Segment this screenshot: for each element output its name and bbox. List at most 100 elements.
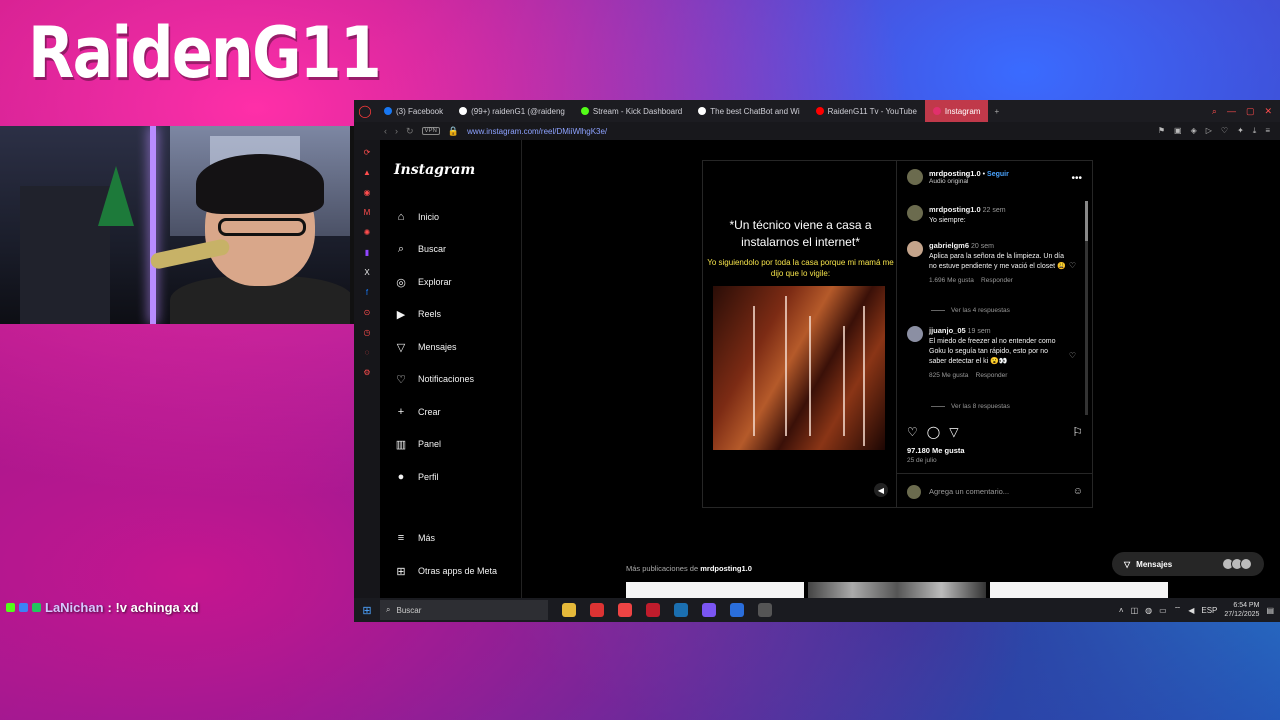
opera-icon[interactable] bbox=[646, 603, 660, 617]
view-replies-button[interactable]: Ver las 8 respuestas bbox=[931, 403, 1010, 410]
aria-icon[interactable]: ⟳ bbox=[364, 148, 371, 157]
mic-icon[interactable]: ◍ bbox=[1145, 606, 1152, 615]
workspace-icon[interactable]: ▲ bbox=[363, 168, 371, 177]
comment-user[interactable]: jjuanjo_05 bbox=[929, 326, 966, 335]
new-tab-button[interactable]: + bbox=[988, 107, 1005, 116]
app-icon[interactable] bbox=[590, 603, 604, 617]
commenter-avatar[interactable] bbox=[907, 241, 923, 257]
twitch-icon[interactable]: ▮ bbox=[365, 248, 369, 257]
tab-kick[interactable]: Stream - Kick Dashboard bbox=[573, 100, 690, 122]
wifi-icon[interactable]: ⌔ bbox=[1174, 605, 1182, 615]
post-likes[interactable]: 97.180 Me gusta bbox=[907, 446, 965, 455]
comments-scrollbar[interactable] bbox=[1085, 201, 1088, 415]
comment-like-icon[interactable]: ♡ bbox=[1069, 351, 1076, 360]
view-replies-button[interactable]: Ver las 4 respuestas bbox=[931, 307, 1010, 314]
caption-user[interactable]: mrdposting1.0 bbox=[929, 205, 981, 214]
file-explorer-icon[interactable] bbox=[562, 603, 576, 617]
messages-pill[interactable]: ▽ Mensajes bbox=[1112, 552, 1264, 576]
tab-chatbot[interactable]: The best ChatBot and Wi bbox=[690, 100, 807, 122]
follow-button[interactable]: Seguir bbox=[987, 171, 1009, 178]
nav-profile[interactable]: ● Perfil bbox=[394, 470, 439, 484]
nav-home[interactable]: ⌂ Inicio bbox=[394, 210, 439, 224]
clock-icon[interactable]: ◷ bbox=[364, 328, 371, 337]
author-name[interactable]: mrdposting1.0 bbox=[929, 169, 981, 178]
forward-icon[interactable]: › bbox=[395, 126, 398, 136]
tab-youtube[interactable]: RaidenG11 Tv - YouTube bbox=[808, 100, 925, 122]
nav-more[interactable]: ≡ Más bbox=[394, 531, 435, 545]
notifications-icon[interactable]: ▤ bbox=[1266, 606, 1274, 615]
reply-button[interactable]: Responder bbox=[981, 277, 1013, 284]
language-indicator[interactable]: ESP bbox=[1201, 606, 1217, 615]
history-icon[interactable]: ⊙ bbox=[364, 308, 371, 317]
nav-explore[interactable]: ◎ Explorar bbox=[394, 275, 451, 289]
search-tabs-icon[interactable]: ⌕ bbox=[1212, 106, 1217, 117]
reel-video[interactable]: *Un técnico viene a casa a instalarnos e… bbox=[702, 160, 897, 508]
chevron-up-icon[interactable]: ˄ bbox=[1119, 606, 1124, 615]
display-icon[interactable]: ▭ bbox=[1159, 606, 1167, 615]
vpn-badge[interactable]: VPN bbox=[421, 127, 440, 135]
shield-icon[interactable]: ◈ bbox=[1191, 126, 1197, 136]
nav-search[interactable]: ⌕ Buscar bbox=[394, 242, 446, 256]
clock[interactable]: 6:54 PM 27/12/2025 bbox=[1224, 601, 1259, 619]
volume-icon[interactable]: ◀ bbox=[1188, 606, 1194, 615]
save-icon[interactable]: ⚐ bbox=[1072, 425, 1083, 439]
art-streak bbox=[785, 296, 787, 436]
nav-notifications[interactable]: ♡ Notificaciones bbox=[394, 372, 474, 386]
maximize-icon[interactable]: ▢ bbox=[1246, 106, 1255, 117]
audio-label[interactable]: Audio original bbox=[929, 178, 1009, 185]
taskbar-search[interactable]: ⌕ Buscar bbox=[380, 600, 548, 620]
steam-icon[interactable] bbox=[674, 603, 688, 617]
minimize-icon[interactable]: — bbox=[1227, 106, 1236, 117]
close-icon[interactable]: ✕ bbox=[1264, 106, 1272, 117]
chat-bubble-icon[interactable]: ◌ bbox=[365, 348, 370, 357]
scrollbar-thumb[interactable] bbox=[1085, 201, 1088, 241]
more-options-icon[interactable]: ••• bbox=[1071, 173, 1082, 184]
nav-reels[interactable]: ▶ Reels bbox=[394, 307, 441, 321]
discord-icon[interactable] bbox=[702, 603, 716, 617]
comment-icon[interactable]: ◯ bbox=[927, 425, 940, 439]
share-icon[interactable]: ▽ bbox=[949, 425, 958, 439]
extension-icon[interactable]: ✦ bbox=[1237, 126, 1244, 136]
play-icon[interactable]: ▷ bbox=[1206, 126, 1212, 136]
like-icon[interactable]: ♡ bbox=[907, 425, 918, 439]
download-icon[interactable]: ⤓ bbox=[1253, 126, 1257, 136]
caption-avatar[interactable] bbox=[907, 205, 923, 221]
media-player-icon[interactable] bbox=[758, 603, 772, 617]
messenger-icon[interactable]: ◉ bbox=[364, 188, 371, 197]
snapshot-icon[interactable]: ▣ bbox=[1174, 126, 1182, 136]
nav-messages[interactable]: ▽ Mensajes bbox=[394, 340, 457, 354]
opera-gx-icon[interactable] bbox=[618, 603, 632, 617]
comment-user[interactable]: gabrielgm6 bbox=[929, 241, 969, 250]
nav-meta-apps[interactable]: ⊞ Otras apps de Meta bbox=[394, 564, 497, 578]
reply-button[interactable]: Responder bbox=[976, 372, 1008, 379]
menu-icon[interactable]: ≡ bbox=[1265, 126, 1270, 136]
comment-like-icon[interactable]: ♡ bbox=[1069, 261, 1076, 270]
network-icon[interactable]: ◫ bbox=[1131, 606, 1139, 615]
instagram-logo[interactable]: Instagram bbox=[394, 162, 475, 178]
reload-icon[interactable]: ↻ bbox=[406, 126, 414, 137]
windows-start-icon[interactable]: ⊞ bbox=[354, 604, 380, 617]
bookmark-icon[interactable]: ⚑ bbox=[1158, 126, 1165, 136]
url-field[interactable]: www.instagram.com/reel/DMiiWlhgK3e/ bbox=[467, 127, 607, 136]
author-avatar[interactable] bbox=[907, 169, 923, 185]
app-icon[interactable] bbox=[730, 603, 744, 617]
x-icon[interactable]: X bbox=[364, 268, 369, 277]
tab-tiktok[interactable]: (99+) raidenG1 (@raideng bbox=[451, 100, 573, 122]
nav-dashboard[interactable]: ▥ Panel bbox=[394, 437, 441, 451]
add-comment-input[interactable]: Agrega un comentario... bbox=[929, 487, 1009, 496]
nav-create[interactable]: + Crear bbox=[394, 405, 441, 419]
chatgpt-icon[interactable]: ✺ bbox=[364, 228, 371, 237]
emoji-icon[interactable]: ☺ bbox=[1073, 486, 1083, 497]
facebook-side-icon[interactable]: f bbox=[366, 288, 368, 297]
more-posts-user[interactable]: mrdposting1.0 bbox=[700, 564, 752, 573]
tab-facebook[interactable]: (3) Facebook bbox=[376, 100, 451, 122]
tab-instagram[interactable]: Instagram bbox=[924, 100, 989, 122]
settings-icon[interactable]: ⚙ bbox=[363, 368, 370, 377]
comment-text: El miedo de freezer al no entender como … bbox=[929, 338, 1056, 365]
volume-icon[interactable]: ◀ bbox=[874, 483, 888, 497]
commenter-avatar[interactable] bbox=[907, 326, 923, 342]
opera-logo-icon[interactable]: ◯ bbox=[354, 100, 376, 122]
back-icon[interactable]: ‹ bbox=[384, 126, 387, 136]
music-icon[interactable]: M bbox=[364, 208, 371, 217]
heart-icon[interactable]: ♡ bbox=[1221, 126, 1228, 136]
